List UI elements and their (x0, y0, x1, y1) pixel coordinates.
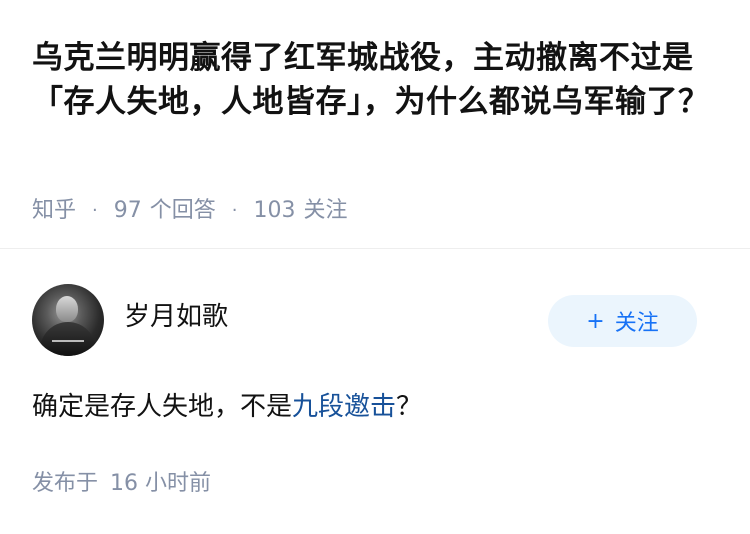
answers-label[interactable]: 个回答 (150, 196, 216, 226)
avatar-body-shape (40, 322, 96, 356)
avatar-stripe-shape (52, 340, 84, 342)
question-title[interactable]: 乌克兰明明赢得了红军城战役，主动撤离不过是「存人失地，人地皆存」，为什么都说乌军… (32, 36, 722, 124)
meta-separator: · (92, 200, 98, 221)
publish-prefix: 发布于 (32, 471, 99, 496)
author-name[interactable]: 岁月如歌 (124, 299, 228, 335)
answer-card: 岁月如歌 + 关注 确定是存人失地，不是九段邀击？ 发布于 16 小时前 (0, 249, 750, 534)
question-meta: 知乎 · 97 个回答 · 103 关注 (32, 196, 348, 226)
publish-time: 发布于 16 小时前 (32, 469, 211, 499)
followers-label[interactable]: 关注 (304, 196, 348, 226)
platform-name[interactable]: 知乎 (32, 196, 76, 226)
followers-count: 103 (253, 198, 296, 223)
answer-content: 确定是存人失地，不是九段邀击？ (32, 388, 422, 426)
avatar[interactable] (32, 284, 104, 356)
publish-time-value: 16 小时前 (110, 471, 212, 496)
question-header: 乌克兰明明赢得了红军城战役，主动撤离不过是「存人失地，人地皆存」，为什么都说乌军… (0, 0, 750, 248)
answers-count: 97 (113, 198, 142, 223)
answer-text-after: ？ (396, 392, 423, 422)
meta-separator: · (231, 200, 238, 221)
answer-link[interactable]: 九段邀击 (292, 392, 396, 422)
avatar-head-shape (56, 296, 78, 322)
plus-icon: + (586, 308, 605, 334)
follow-button-label: 关注 (614, 311, 659, 336)
answer-text-before: 确定是存人失地，不是 (32, 392, 293, 422)
follow-button[interactable]: + 关注 (548, 295, 697, 347)
